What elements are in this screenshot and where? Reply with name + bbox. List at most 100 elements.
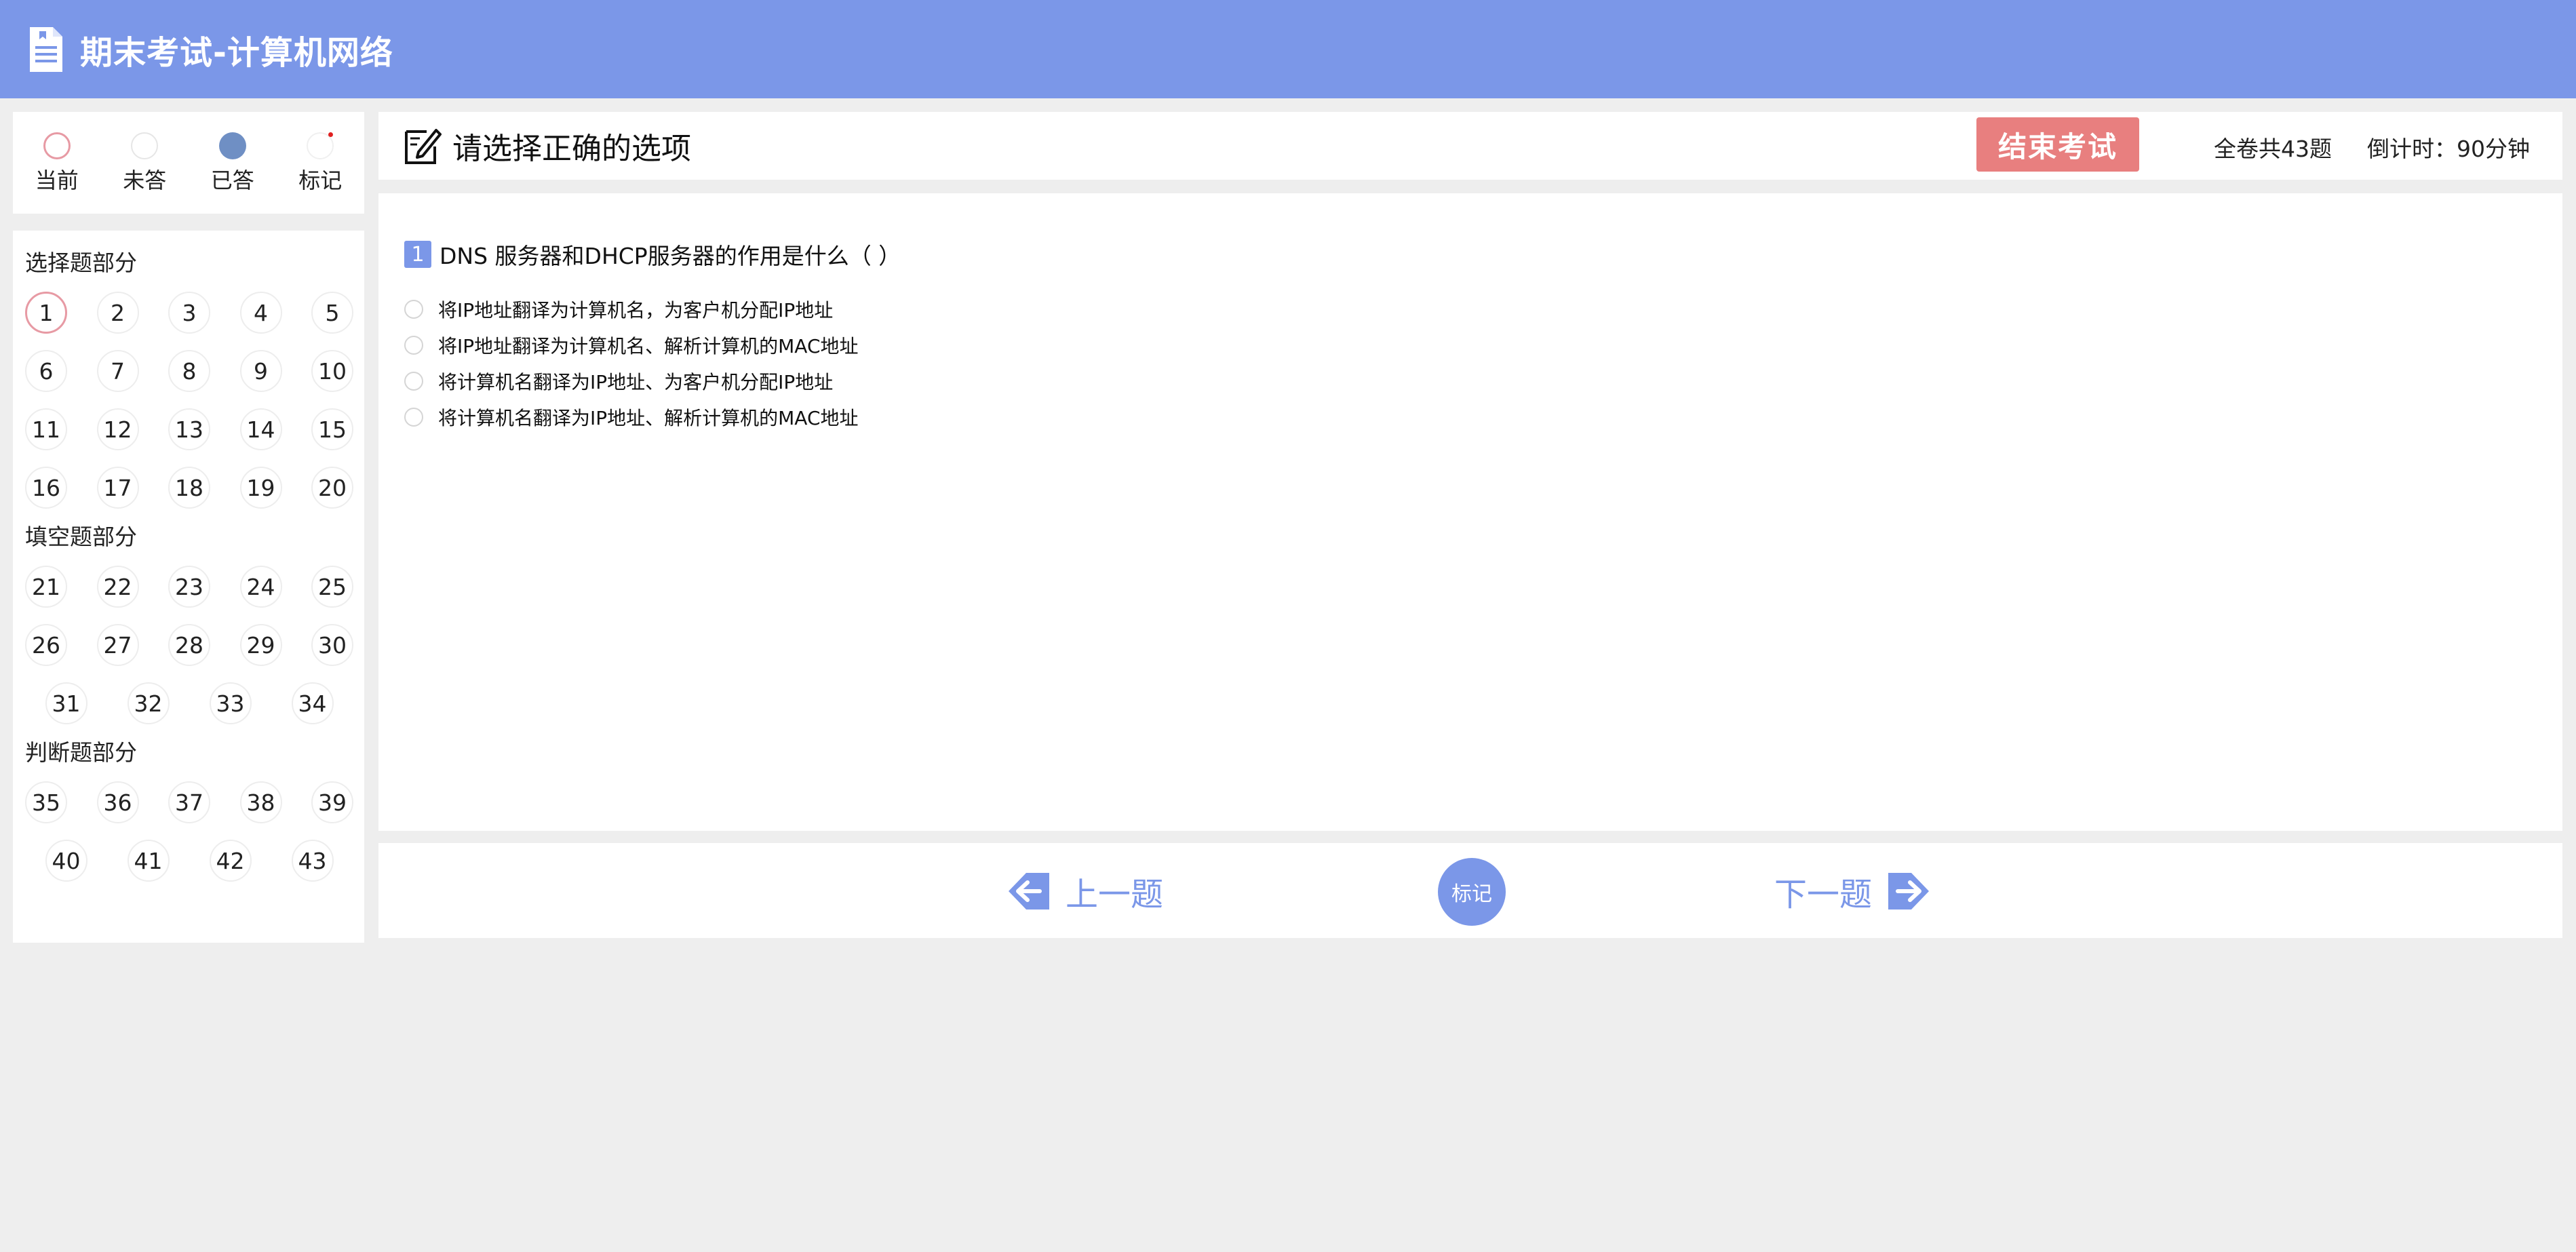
question-number-button[interactable]: 11 — [25, 408, 67, 450]
question-number-button[interactable]: 23 — [168, 566, 210, 608]
answer-option[interactable]: 将计算机名翻译为IP地址、为客户机分配IP地址 — [404, 363, 2562, 399]
question-number-button[interactable]: 12 — [96, 408, 139, 450]
section-title-true-false: 判断题部分 — [25, 739, 137, 766]
question-number-button[interactable]: 7 — [96, 350, 139, 392]
question-number-button[interactable]: 25 — [311, 566, 353, 608]
marked-indicator-icon — [307, 132, 334, 159]
question-number-button[interactable]: 28 — [168, 624, 210, 666]
legend-answered: 已答 — [195, 132, 270, 195]
question-number-button[interactable]: 30 — [311, 624, 353, 666]
arrow-left-icon — [1009, 873, 1049, 909]
previous-question-label[interactable]: 上一题 — [1066, 867, 1163, 915]
question-number-button[interactable]: 3 — [168, 292, 210, 334]
question-number-button[interactable]: 40 — [45, 840, 87, 882]
question-number-button[interactable]: 17 — [96, 467, 139, 509]
question-number-button[interactable]: 31 — [45, 682, 87, 724]
question-number-button[interactable]: 4 — [239, 292, 282, 334]
question-number-button[interactable]: 1 — [25, 292, 67, 334]
legend-label: 未答 — [123, 168, 167, 193]
previous-question-button[interactable]: 上一题 — [1006, 867, 1163, 915]
radio-button[interactable] — [404, 335, 423, 355]
question-text: DNS 服务器和DHCP服务器的作用是什么（ ） — [440, 243, 901, 269]
question-number-button[interactable]: 22 — [96, 566, 139, 608]
question-row: 31 32 33 34 — [24, 674, 353, 732]
question-number-button[interactable]: 34 — [291, 682, 334, 724]
question-row: 1 2 3 4 5 — [24, 283, 353, 342]
question-number-button[interactable]: 37 — [168, 781, 210, 823]
question-number-button[interactable]: 21 — [25, 566, 67, 608]
question-number-button[interactable]: 8 — [168, 350, 210, 392]
question-header: 1 DNS 服务器和DHCP服务器的作用是什么（ ） — [404, 234, 2562, 275]
section-title-fill-blank: 填空题部分 — [25, 524, 137, 550]
question-number-button[interactable]: 35 — [25, 781, 67, 823]
question-number-button[interactable]: 27 — [96, 624, 139, 666]
question-navigator: 选择题部分 1 2 3 4 5 6 7 8 9 10 11 12 13 14 1… — [13, 231, 364, 943]
legend-label: 标记 — [298, 168, 343, 193]
question-number-button[interactable]: 15 — [311, 408, 353, 450]
instruction-bar: 请选择正确的选项 结束考试 全卷共43题 倒计时：90分钟 — [378, 112, 2562, 180]
end-exam-button[interactable]: 结束考试 — [1976, 117, 2139, 172]
option-label[interactable]: 将IP地址翻译为计算机名，为客户机分配IP地址 — [438, 296, 833, 323]
question-number-button[interactable]: 26 — [25, 624, 67, 666]
answered-indicator-icon — [218, 132, 246, 159]
question-row: 6 7 8 9 10 — [24, 342, 353, 400]
legend-current: 当前 — [20, 132, 94, 195]
status-legend: 当前 未答 已答 标记 — [13, 112, 364, 214]
question-number-badge: 1 — [404, 241, 431, 268]
mark-question-button[interactable]: 标记 — [1438, 858, 1506, 926]
question-number-button[interactable]: 6 — [25, 350, 67, 392]
question-number-button[interactable]: 24 — [239, 566, 282, 608]
question-row: 21 22 23 24 25 — [24, 557, 353, 616]
question-number-button[interactable]: 41 — [127, 840, 170, 882]
page-title: 期末考试-计算机网络 — [80, 33, 393, 72]
option-label[interactable]: 将计算机名翻译为IP地址、解析计算机的MAC地址 — [438, 404, 859, 431]
countdown-timer: 倒计时：90分钟 — [2367, 136, 2530, 162]
question-number-button[interactable]: 9 — [239, 350, 282, 392]
radio-button[interactable] — [404, 407, 423, 427]
question-number-button[interactable]: 43 — [291, 840, 334, 882]
app-header: 期末考试-计算机网络 — [0, 0, 2576, 98]
total-questions-label: 全卷共43题 — [2214, 136, 2332, 162]
legend-label: 当前 — [35, 168, 79, 193]
next-question-label[interactable]: 下一题 — [1774, 867, 1872, 915]
question-navigation-bar: 上一题 标记 下一题 — [378, 843, 2562, 938]
answer-option[interactable]: 将IP地址翻译为计算机名、解析计算机的MAC地址 — [404, 327, 2562, 363]
question-number-button[interactable]: 2 — [96, 292, 139, 334]
answer-option[interactable]: 将计算机名翻译为IP地址、解析计算机的MAC地址 — [404, 399, 2562, 435]
question-number-button[interactable]: 18 — [168, 467, 210, 509]
question-number-button[interactable]: 38 — [239, 781, 282, 823]
instruction-text: 请选择正确的选项 — [452, 132, 691, 166]
question-number-button[interactable]: 42 — [209, 840, 252, 882]
question-number-button[interactable]: 32 — [127, 682, 170, 724]
question-row: 11 12 13 14 15 — [24, 400, 353, 458]
arrow-right-icon — [1888, 873, 1930, 909]
question-number-button[interactable]: 13 — [168, 408, 210, 450]
document-icon — [30, 26, 62, 72]
question-number-button[interactable]: 19 — [239, 467, 282, 509]
question-number-button[interactable]: 39 — [311, 781, 353, 823]
current-indicator-icon — [43, 132, 71, 159]
radio-button[interactable] — [404, 371, 423, 391]
radio-button[interactable] — [404, 299, 423, 319]
next-question-button[interactable]: 下一题 — [1774, 867, 1932, 915]
section-title-choice: 选择题部分 — [25, 250, 137, 276]
question-number-button[interactable]: 5 — [311, 292, 353, 334]
question-number-button[interactable]: 29 — [239, 624, 282, 666]
question-row: 40 41 42 43 — [24, 832, 353, 890]
answer-option[interactable]: 将IP地址翻译为计算机名，为客户机分配IP地址 — [404, 291, 2562, 327]
question-number-button[interactable]: 16 — [25, 467, 67, 509]
option-label[interactable]: 将计算机名翻译为IP地址、为客户机分配IP地址 — [438, 368, 833, 395]
question-number-button[interactable]: 14 — [239, 408, 282, 450]
question-number-button[interactable]: 10 — [311, 350, 353, 392]
legend-label: 已答 — [210, 168, 254, 193]
question-row: 26 27 28 29 30 — [24, 616, 353, 674]
question-number-button[interactable]: 20 — [311, 467, 353, 509]
question-number-button[interactable]: 33 — [209, 682, 252, 724]
unanswered-indicator-icon — [131, 132, 159, 159]
option-label[interactable]: 将IP地址翻译为计算机名、解析计算机的MAC地址 — [438, 332, 859, 359]
legend-marked: 标记 — [283, 132, 357, 195]
question-row: 35 36 37 38 39 — [24, 773, 353, 832]
edit-icon — [405, 129, 442, 164]
question-number-button[interactable]: 36 — [96, 781, 139, 823]
question-area: 1 DNS 服务器和DHCP服务器的作用是什么（ ） 将IP地址翻译为计算机名，… — [378, 193, 2562, 831]
